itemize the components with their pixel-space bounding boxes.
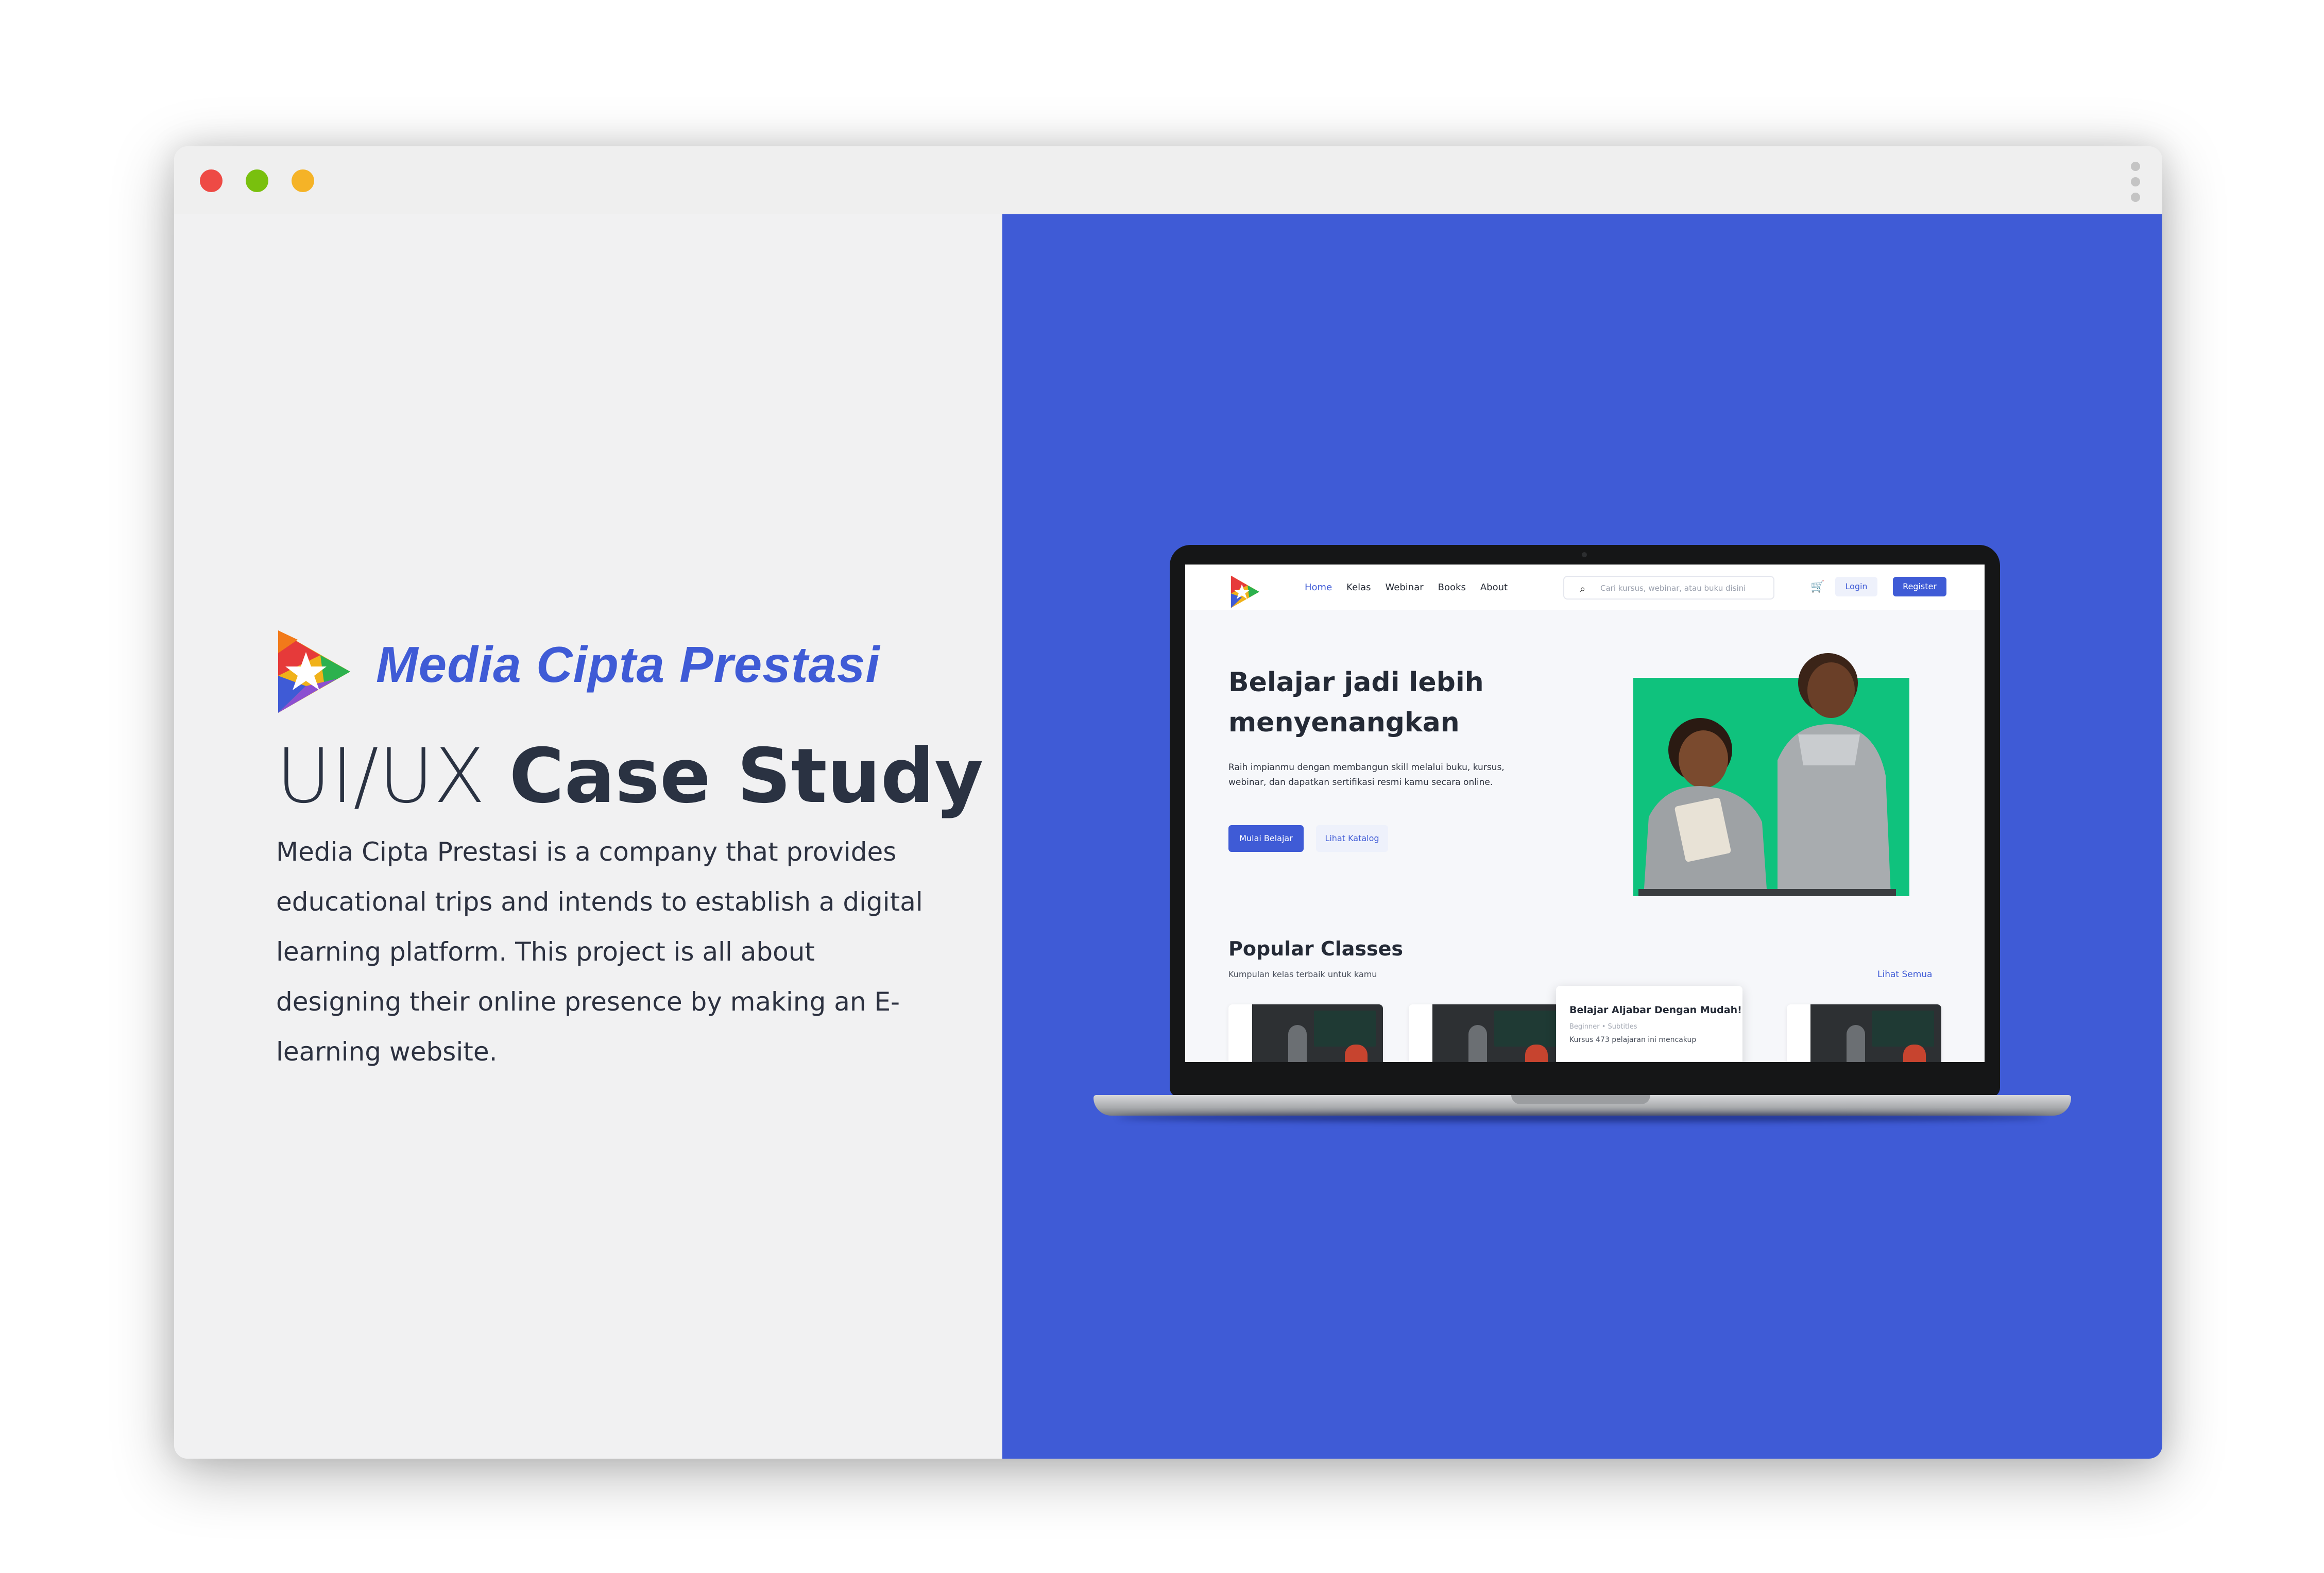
class-thumbnail [1252, 1004, 1383, 1062]
nav-link-books[interactable]: Books [1438, 582, 1466, 593]
title-light-part: UI/UX [276, 732, 509, 820]
class-card[interactable] [1228, 1004, 1383, 1062]
nav-link-home[interactable]: Home [1305, 582, 1332, 593]
laptop-mockup: Home Kelas Webinar Books About ⌕ Cari ku… [1170, 545, 2000, 1097]
site-logo-icon[interactable] [1229, 575, 1260, 609]
site-navbar: Home Kelas Webinar Books About ⌕ Cari ku… [1185, 565, 1985, 610]
hero-description: Raih impianmu dengan membangun skill mel… [1228, 762, 1505, 788]
class-hover-popup[interactable]: Belajar Aljabar Dengan Mudah! Beginner •… [1556, 986, 1742, 1062]
register-button[interactable]: Register [1893, 577, 1946, 596]
nav-link-about[interactable]: About [1480, 582, 1508, 593]
brand-logo-icon [278, 630, 350, 713]
page-title: UI/UX Case Study [276, 732, 983, 820]
class-card[interactable] [1409, 1004, 1563, 1062]
title-bold-part: Case Study [509, 732, 984, 820]
laptop-base [1093, 1095, 2071, 1116]
brand-name: Media Cipta Prestasi [376, 636, 880, 693]
login-button[interactable]: Login [1835, 577, 1877, 596]
popular-classes-subtitle: Kumpulan kelas terbaik untuk kamu [1228, 969, 1377, 979]
site-nav-links: Home Kelas Webinar Books About [1305, 582, 1508, 593]
class-thumbnail [1810, 1004, 1941, 1062]
laptop-notch [1511, 1095, 1650, 1104]
laptop-shadow [1118, 1114, 2045, 1122]
site-search-input[interactable]: ⌕ Cari kursus, webinar, atau buku disini [1563, 576, 1774, 600]
search-placeholder: Cari kursus, webinar, atau buku disini [1600, 584, 1746, 593]
popular-classes-title: Popular Classes [1228, 937, 1404, 960]
class-card[interactable] [1787, 1004, 1941, 1062]
view-catalog-button[interactable]: Lihat Katalog [1316, 825, 1388, 852]
minimize-window-button[interactable] [246, 169, 268, 192]
maximize-window-button[interactable] [292, 169, 314, 192]
window-titlebar [174, 146, 2162, 214]
nav-link-webinar[interactable]: Webinar [1386, 582, 1424, 593]
kebab-menu-icon[interactable] [2129, 162, 2142, 202]
laptop-camera [1582, 552, 1587, 557]
search-icon: ⌕ [1580, 583, 1586, 595]
hero-title: Belajar jadi lebih menyenangkan [1228, 667, 1484, 738]
popup-class-title: Belajar Aljabar Dengan Mudah! [1569, 1004, 1742, 1016]
project-description: Media Cipta Prestasi is a company that p… [276, 837, 923, 1067]
start-learning-button[interactable]: Mulai Belajar [1228, 825, 1304, 852]
website-screen: Home Kelas Webinar Books About ⌕ Cari ku… [1185, 565, 1985, 1062]
close-window-button[interactable] [200, 169, 223, 192]
class-thumbnail [1432, 1004, 1563, 1062]
case-study-intro-panel: Media Cipta Prestasi UI/UX Case Study Me… [174, 214, 1002, 1459]
nav-link-kelas[interactable]: Kelas [1346, 582, 1371, 593]
cart-icon[interactable]: 🛒 [1810, 580, 1824, 593]
hero-students-image [1633, 653, 1909, 896]
popup-class-description: Kursus 473 pelajaran ini mencakup [1569, 1036, 1697, 1044]
see-all-link[interactable]: Lihat Semua [1877, 969, 1932, 980]
popup-class-meta: Beginner • Subtitles [1569, 1023, 1637, 1031]
